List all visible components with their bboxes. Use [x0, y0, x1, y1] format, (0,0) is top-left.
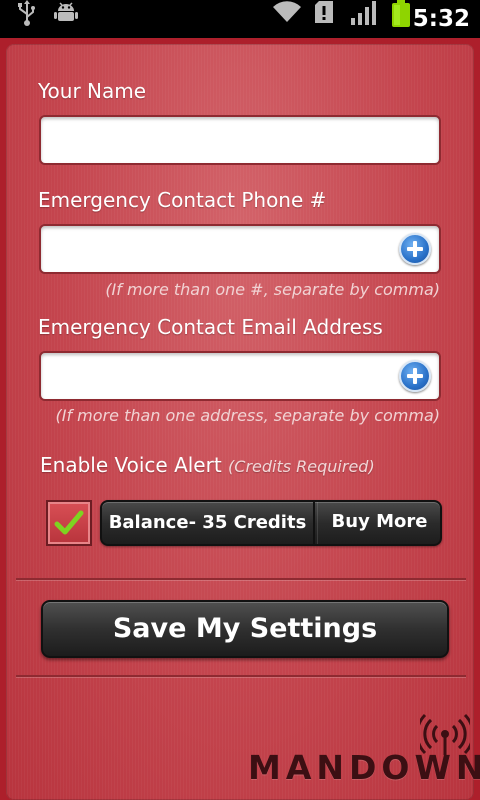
email-label: Emergency Contact Email Address [38, 315, 383, 339]
your-name-input[interactable] [41, 117, 439, 163]
voice-alert-label: Enable Voice Alert (Credits Required) [40, 453, 375, 477]
voice-alert-label-text: Enable Voice Alert [40, 453, 222, 477]
battery-icon [390, 0, 412, 32]
divider-bottom [16, 675, 466, 677]
your-name-label: Your Name [38, 79, 147, 103]
checkmark-icon [54, 510, 84, 535]
phone-field[interactable] [39, 224, 441, 274]
voice-alert-checkbox[interactable] [46, 500, 92, 546]
status-bar: 5:32 [0, 0, 480, 38]
add-email-contact-icon[interactable] [399, 360, 431, 392]
phone-hint: (If more than one #, separate by comma) [105, 280, 440, 299]
add-phone-contact-icon[interactable] [399, 233, 431, 265]
phone-label: Emergency Contact Phone # [38, 188, 327, 212]
email-input[interactable] [41, 353, 439, 399]
sd-card-icon [314, 0, 334, 28]
save-settings-button[interactable]: Save My Settings [41, 600, 449, 658]
buy-more-button[interactable]: Buy More [317, 502, 440, 544]
email-field[interactable] [39, 351, 441, 401]
your-name-field[interactable] [39, 115, 441, 165]
credits-button-group: Balance- 35 Credits Buy More [100, 500, 442, 546]
email-hint: (If more than one address, separate by c… [55, 406, 441, 425]
voice-alert-note: (Credits Required) [228, 457, 375, 476]
divider-top [16, 578, 466, 580]
usb-icon [16, 0, 38, 30]
broadcast-icon [415, 712, 475, 760]
android-debug-icon [54, 0, 78, 28]
phone-input[interactable] [41, 226, 439, 272]
wifi-icon [272, 0, 302, 28]
status-clock: 5:32 [412, 6, 470, 32]
signal-icon [350, 0, 378, 30]
balance-button[interactable]: Balance- 35 Credits [102, 502, 315, 544]
